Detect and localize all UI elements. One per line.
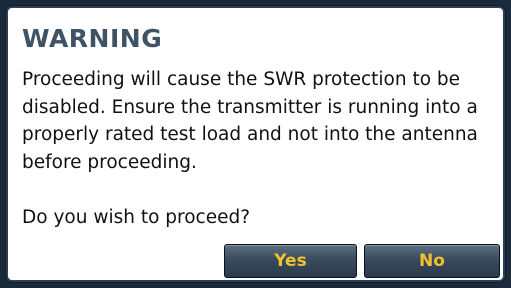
no-button[interactable]: No: [364, 244, 500, 278]
dialog-question: Do you wish to proceed?: [22, 207, 251, 228]
warning-dialog: WARNING Proceeding will cause the SWR pr…: [6, 6, 505, 282]
yes-button[interactable]: Yes: [224, 244, 357, 278]
dialog-title: WARNING: [22, 24, 163, 53]
dialog-message: Proceeding will cause the SWR protection…: [22, 69, 484, 173]
